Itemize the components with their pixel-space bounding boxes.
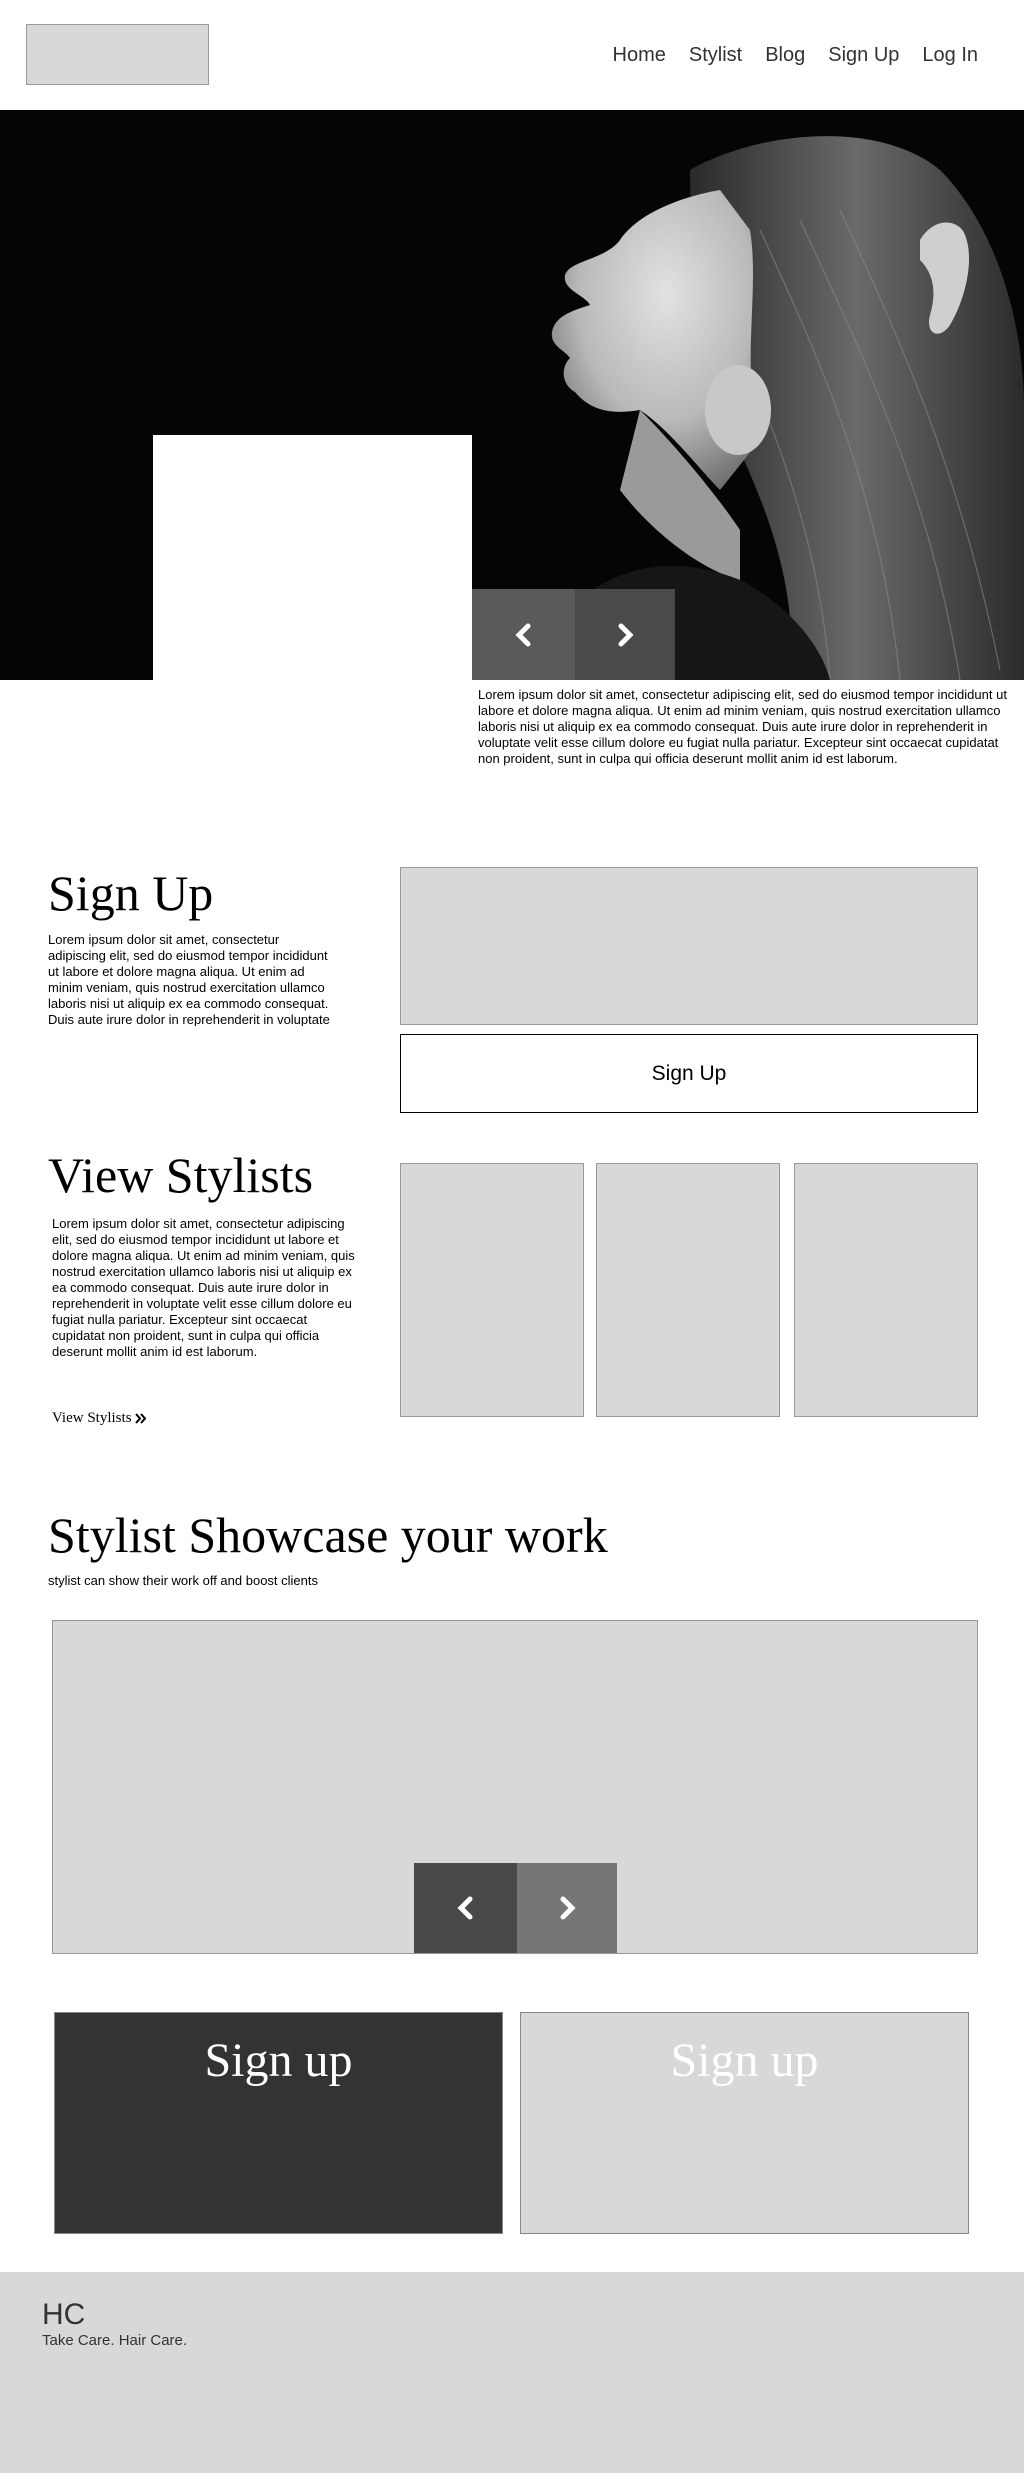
showcase-title: Stylist Showcase your work [48,1507,608,1563]
nav-sign-up[interactable]: Sign Up [828,44,899,67]
showcase-prev-button[interactable] [414,1863,517,1953]
footer-tagline: Take Care. Hair Care. [42,2332,188,2349]
stylist-card[interactable] [400,1163,584,1417]
signup-title: Sign Up [48,865,214,921]
hero-caption: Lorem ipsum dolor sit amet, consectetur … [478,687,1007,766]
footer-brand: HC [42,2298,86,2331]
stylists-description: Lorem ipsum dolor sit amet, consectetur … [52,1216,355,1359]
showcase-subtitle: stylist can show their work off and boos… [48,1573,318,1588]
stylist-card[interactable] [794,1163,978,1417]
chevron-right-icon [618,623,634,646]
hero-overlay-panel [153,435,472,680]
view-stylists-link[interactable]: View Stylists [52,1410,147,1427]
chevron-right-icon [560,1896,576,1920]
signup-card-light[interactable]: Sign up [520,2012,969,2234]
nav-stylist[interactable]: Stylist [689,44,742,67]
signup-card-label: Sign up [670,2034,819,2087]
signup-description: Lorem ipsum dolor sit amet, consectetur … [48,932,330,1026]
chevron-left-icon [456,1896,472,1920]
signup-card-dark[interactable]: Sign up [54,2012,503,2234]
footer [0,2272,1024,2473]
showcase-next-button[interactable] [517,1863,617,1953]
stylists-title: View Stylists [48,1147,314,1203]
nav-blog[interactable]: Blog [765,44,805,67]
view-stylists-label: View Stylists [52,1410,132,1426]
signup-button[interactable]: Sign Up [400,1034,978,1113]
hero-prev-button[interactable] [472,589,575,680]
signup-card-label: Sign up [204,2034,353,2087]
stylist-card[interactable] [596,1163,780,1417]
logo-placeholder[interactable] [26,24,209,85]
signup-image-placeholder [400,867,978,1025]
nav-log-in[interactable]: Log In [922,44,978,67]
main-nav: Home Stylist Blog Sign Up Log In [613,44,979,67]
hero-next-button[interactable] [575,589,675,680]
nav-home[interactable]: Home [613,44,666,67]
double-chevron-right-icon [135,1413,147,1424]
chevron-left-icon [514,623,530,646]
